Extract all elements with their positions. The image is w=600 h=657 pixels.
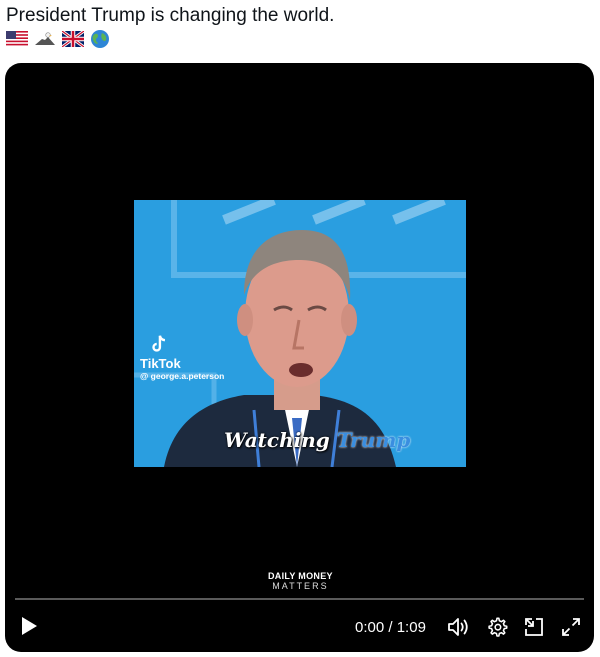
tweet-text: President Trump is changing the world. bbox=[6, 5, 335, 26]
minimize-player-button[interactable] bbox=[521, 614, 547, 640]
video-caption: Watching Trump bbox=[224, 428, 410, 452]
emoji-row bbox=[6, 29, 110, 49]
us-flag-emoji bbox=[6, 31, 28, 47]
globe-emoji bbox=[91, 30, 109, 48]
player-controls: 0:00 / 1:09 bbox=[5, 608, 594, 648]
current-time: 0:00 bbox=[355, 619, 385, 636]
tiktok-handle: @ george.a.peterson bbox=[140, 371, 225, 381]
time-display: 0:00 / 1:09 bbox=[355, 619, 426, 636]
caption-highlight: Trump bbox=[336, 428, 411, 452]
caption-text: Watching bbox=[224, 428, 337, 452]
volume-button[interactable] bbox=[446, 614, 472, 640]
play-button[interactable] bbox=[17, 614, 41, 638]
settings-button[interactable] bbox=[484, 614, 510, 640]
settings-icon bbox=[488, 617, 508, 637]
watermark-line-1: DAILY MONEY bbox=[268, 571, 333, 581]
fullscreen-icon bbox=[562, 618, 580, 636]
progress-bar[interactable] bbox=[15, 598, 584, 600]
watermark-line-2: MATTERS bbox=[272, 581, 329, 591]
minimize-icon bbox=[525, 618, 543, 636]
tiktok-icon bbox=[152, 335, 166, 352]
fullscreen-button[interactable] bbox=[558, 614, 584, 640]
video-player[interactable]: TikTok @ george.a.peterson Watching Trum… bbox=[5, 63, 594, 652]
play-icon bbox=[22, 617, 37, 635]
eagle-emoji bbox=[34, 31, 56, 47]
uk-flag-emoji bbox=[62, 31, 84, 47]
tiktok-watermark: TikTok @ george.a.peterson bbox=[140, 333, 224, 382]
volume-icon bbox=[448, 618, 468, 636]
time-separator: / bbox=[384, 619, 397, 636]
duration: 1:09 bbox=[396, 619, 426, 636]
video-frame[interactable]: TikTok @ george.a.peterson Watching Trum… bbox=[134, 200, 466, 467]
tiktok-brand: TikTok bbox=[140, 356, 181, 371]
channel-watermark: DAILY MONEY MATTERS bbox=[268, 571, 333, 592]
